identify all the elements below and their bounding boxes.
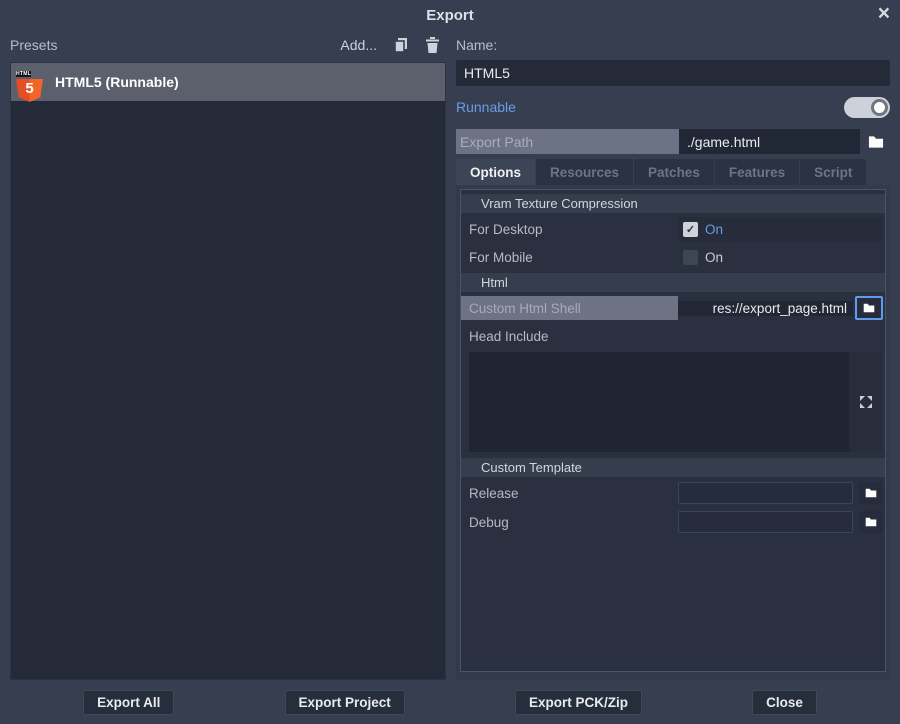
for-desktop-checkbox[interactable]: ✓: [683, 222, 698, 237]
runnable-label: Runnable: [456, 99, 516, 115]
close-button[interactable]: Close: [752, 690, 817, 715]
dialog-footer: Export All Export Project Export PCK/Zip…: [0, 680, 900, 724]
add-preset-button[interactable]: Add...: [340, 37, 377, 53]
html5-icon: HTML 5: [16, 62, 43, 102]
preset-item-html5[interactable]: HTML 5 HTML5 (Runnable): [11, 63, 445, 101]
custom-html-shell-value[interactable]: res://export_page.html: [678, 301, 853, 316]
export-path-row: Export Path ./game.html: [456, 129, 890, 154]
dialog-title: Export: [426, 7, 474, 24]
preset-settings-panel: Name: Runnable Export Path ./game.html: [456, 30, 890, 680]
section-vram-texture-compression: Vram Texture Compression: [461, 194, 885, 213]
release-value-cell: [678, 481, 883, 505]
row-release: Release: [461, 481, 883, 505]
preset-list: HTML 5 HTML5 (Runnable): [10, 62, 446, 680]
export-path-value[interactable]: ./game.html: [679, 129, 860, 154]
export-dialog: Export × Presets Add...: [0, 0, 900, 724]
debug-label: Debug: [469, 510, 678, 534]
release-folder-button[interactable]: [859, 482, 883, 504]
custom-html-shell-folder-button[interactable]: [855, 296, 883, 320]
for-desktop-on-label: On: [705, 222, 723, 237]
close-icon[interactable]: ×: [878, 2, 890, 26]
for-mobile-checkbox[interactable]: [683, 250, 698, 265]
export-project-button[interactable]: Export Project: [285, 690, 405, 715]
presets-label: Presets: [10, 37, 340, 53]
folder-icon: [863, 302, 875, 314]
head-include-gutter: [849, 352, 883, 452]
runnable-row: Runnable: [456, 95, 890, 119]
release-input[interactable]: [678, 482, 853, 504]
row-for-desktop: For Desktop ✓ On: [461, 217, 883, 241]
release-label: Release: [469, 481, 678, 505]
row-custom-html-shell: Custom Html Shell res://export_page.html: [461, 296, 883, 320]
head-include-label: Head Include: [469, 324, 883, 348]
folder-icon: [865, 487, 877, 499]
name-label: Name:: [456, 30, 890, 60]
tab-features[interactable]: Features: [715, 159, 799, 185]
debug-folder-button[interactable]: [859, 511, 883, 533]
dialog-content: Presets Add...: [0, 30, 900, 680]
tab-script[interactable]: Script: [800, 159, 866, 185]
for-mobile-label: For Mobile: [469, 245, 678, 269]
head-include-textarea[interactable]: [469, 352, 849, 452]
options-inspector: Vram Texture Compression For Desktop ✓ O…: [460, 189, 886, 672]
section-html: Html: [461, 273, 885, 292]
expand-editor-button[interactable]: [858, 394, 874, 410]
export-path-folder-button[interactable]: [862, 129, 890, 154]
runnable-toggle-knob: [871, 99, 888, 116]
tab-panel: Vram Texture Compression For Desktop ✓ O…: [456, 185, 890, 680]
for-mobile-value-cell: On: [678, 245, 883, 269]
custom-html-shell-label: Custom Html Shell: [461, 296, 678, 320]
row-debug: Debug: [461, 510, 883, 534]
for-mobile-on-label: On: [705, 250, 723, 265]
export-path-label: Export Path: [456, 129, 679, 154]
dialog-titlebar: Export ×: [0, 0, 900, 30]
export-pck-zip-button[interactable]: Export PCK/Zip: [515, 690, 642, 715]
preset-item-label: HTML5 (Runnable): [55, 74, 179, 90]
tab-resources[interactable]: Resources: [536, 159, 633, 185]
head-include-editor: [469, 352, 883, 452]
tab-bar: Options Resources Patches Features Scrip…: [456, 159, 890, 185]
folder-icon: [868, 135, 884, 149]
presets-panel: Presets Add...: [10, 30, 446, 680]
debug-value-cell: [678, 510, 883, 534]
export-all-button[interactable]: Export All: [83, 690, 174, 715]
for-desktop-label: For Desktop: [469, 217, 678, 241]
tab-patches[interactable]: Patches: [634, 159, 714, 185]
section-custom-template: Custom Template: [461, 458, 885, 477]
debug-input[interactable]: [678, 511, 853, 533]
name-input[interactable]: [456, 60, 890, 86]
expand-icon: [858, 394, 874, 410]
checkmark-icon: ✓: [686, 223, 695, 236]
presets-header: Presets Add...: [10, 30, 446, 60]
tab-options[interactable]: Options: [456, 159, 535, 185]
html5-icon-shield: 5: [16, 79, 43, 102]
delete-preset-icon[interactable]: [425, 37, 440, 53]
custom-html-shell-value-cell: res://export_page.html: [678, 296, 883, 320]
folder-icon: [865, 516, 877, 528]
row-head-include-label: Head Include: [461, 324, 883, 348]
runnable-toggle[interactable]: [844, 97, 890, 118]
duplicate-preset-icon[interactable]: [393, 37, 409, 53]
html5-icon-badge: HTML: [16, 71, 31, 77]
row-for-mobile: For Mobile On: [461, 245, 883, 269]
for-desktop-value-cell: ✓ On: [678, 217, 883, 241]
